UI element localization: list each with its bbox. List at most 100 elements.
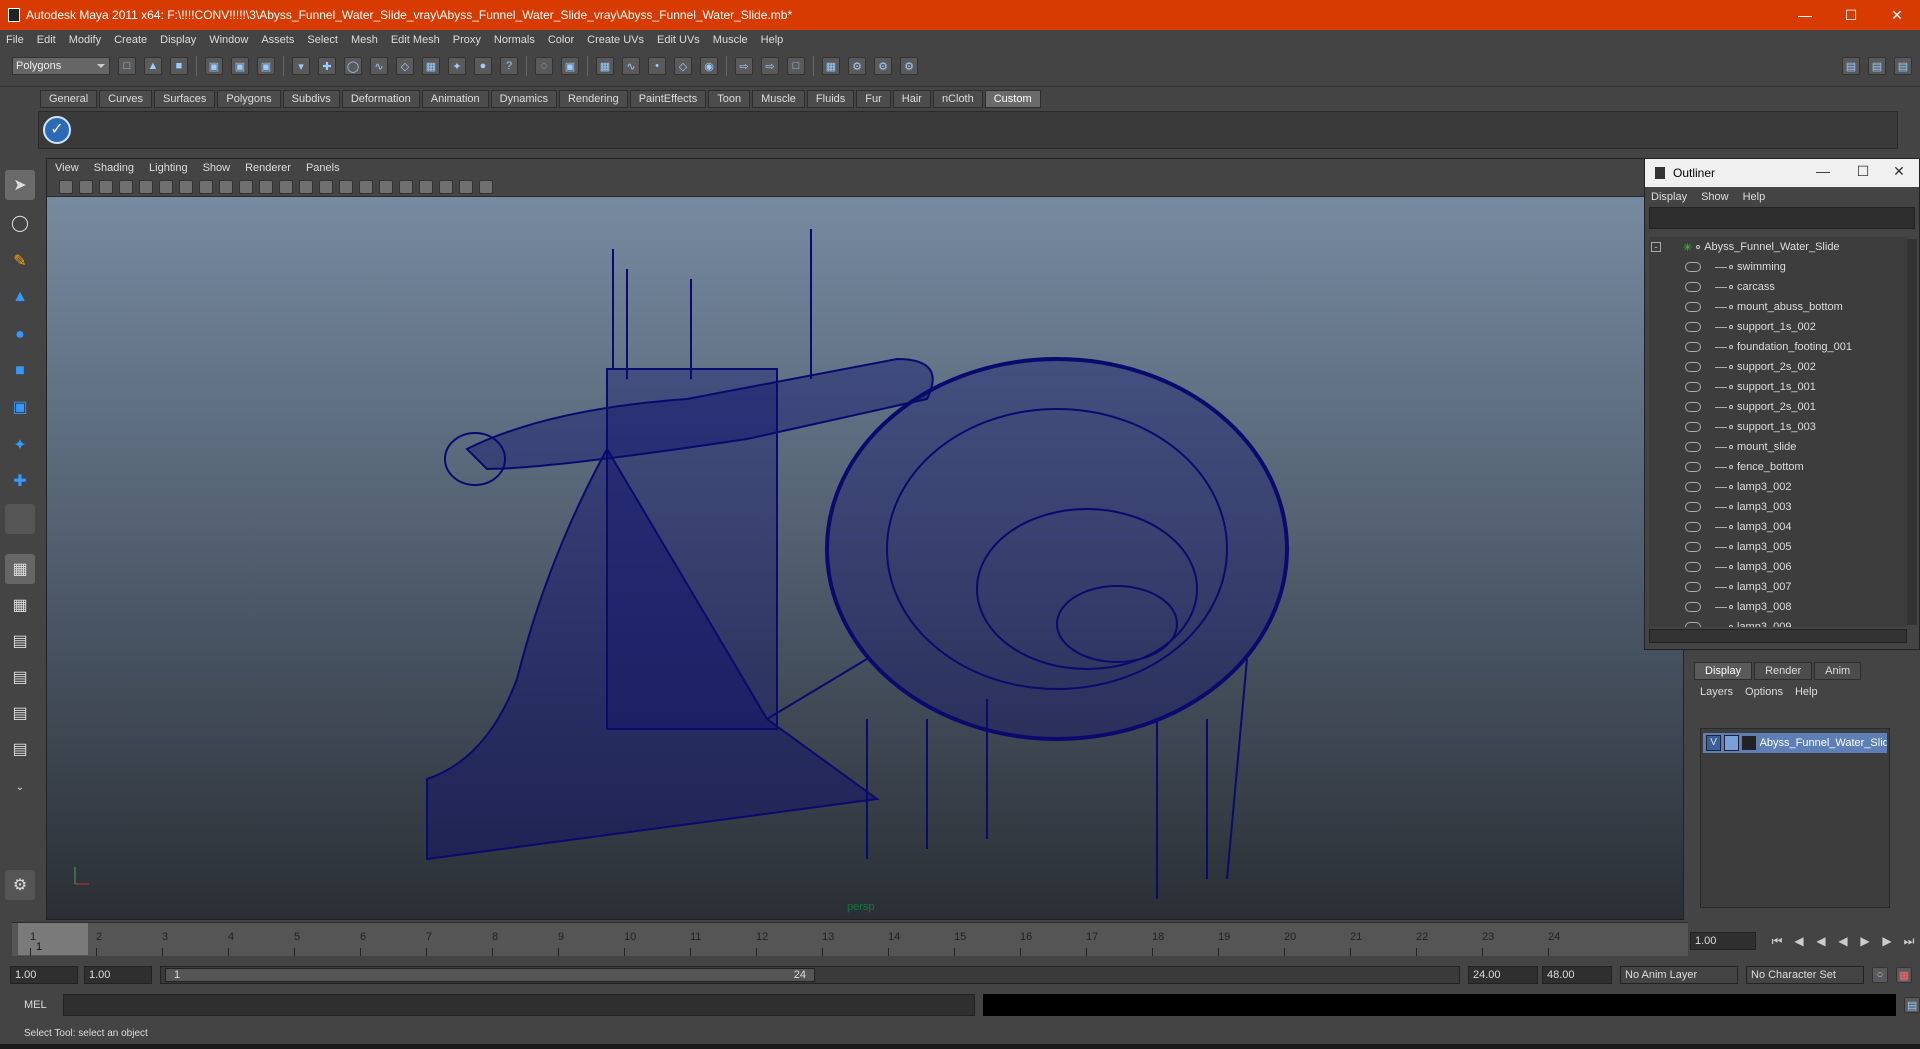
shelf-tab-general[interactable]: General <box>40 90 98 108</box>
mask-dropdown-icon[interactable]: ▾ <box>292 57 310 75</box>
menu-proxy[interactable]: Proxy <box>453 34 481 46</box>
outliner-root-item[interactable]: - ✳ Abyss_Funnel_Water_Slide <box>1649 237 1907 257</box>
go-to-end-icon[interactable]: ⏭ <box>1898 934 1920 949</box>
shelf-tab-ncloth[interactable]: nCloth <box>932 90 983 108</box>
close-button[interactable]: ✕ <box>1874 0 1920 30</box>
preferences-icon[interactable]: ▦ <box>1896 967 1912 983</box>
ipr-render-icon[interactable]: ⚙ <box>874 57 892 75</box>
snap-grid-icon[interactable]: ▦ <box>596 57 614 75</box>
select-surfaces-icon[interactable]: ◇ <box>396 57 414 75</box>
outliner-filter-field[interactable] <box>1649 207 1915 229</box>
maximize-button[interactable]: ☐ <box>1828 0 1874 30</box>
outliner-item[interactable]: support_1s_001 <box>1649 377 1907 397</box>
outliner-menu-display[interactable]: Display <box>1651 191 1687 203</box>
command-input[interactable] <box>62 994 976 1016</box>
menu-assets[interactable]: Assets <box>261 34 294 46</box>
command-language-label[interactable]: MEL <box>24 999 47 1011</box>
snap-point-icon[interactable]: • <box>648 57 666 75</box>
outliner-item[interactable]: fence_bottom <box>1649 457 1907 477</box>
single-pane-layout-icon[interactable]: ▦ <box>5 554 35 584</box>
construction-history-icon[interactable]: □ <box>787 57 805 75</box>
outliner-menu-help[interactable]: Help <box>1743 191 1766 203</box>
range-slider[interactable]: 1 24 <box>160 966 1460 984</box>
step-back-key-icon[interactable]: ◀ <box>1788 934 1810 948</box>
layer-row[interactable]: V Abyss_Funnel_Water_Slide <box>1703 733 1887 753</box>
attribute-editor-toggle-icon[interactable]: ▤ <box>1842 57 1860 75</box>
outliner-minimize-button[interactable]: — <box>1805 163 1841 179</box>
outliner-menu-show[interactable]: Show <box>1701 191 1729 203</box>
select-joints-icon[interactable]: ◯ <box>344 57 362 75</box>
select-hierarchy-icon[interactable]: ▣ <box>205 57 223 75</box>
rotate-tool-icon[interactable]: ● <box>5 320 35 350</box>
output-ops-icon[interactable]: ⇨ <box>761 57 779 75</box>
outliner-maximize-button[interactable]: ☐ <box>1845 163 1881 180</box>
outliner-item[interactable]: carcass <box>1649 277 1907 297</box>
playback-start-field[interactable]: 1.00 <box>84 966 152 984</box>
persp-outliner-layout-icon[interactable]: ▤ <box>5 626 35 656</box>
select-component-icon[interactable]: ▣ <box>257 57 275 75</box>
shelf-tab-hair[interactable]: Hair <box>892 90 931 108</box>
shelf-tab-muscle[interactable]: Muscle <box>752 90 805 108</box>
quick-layout-icon[interactable]: ⚙ <box>5 870 35 900</box>
outliner-item[interactable]: support_2s_001 <box>1649 397 1907 417</box>
outliner-item[interactable]: lamp3_004 <box>1649 517 1907 537</box>
script-editor-icon[interactable]: ▤ <box>1904 997 1920 1013</box>
range-handle[interactable]: 1 24 <box>165 968 815 982</box>
persp-graph-layout-icon[interactable]: ▤ <box>5 662 35 692</box>
outliner-item[interactable]: swimming <box>1649 257 1907 277</box>
anim-layer-dropdown[interactable]: No Anim Layer <box>1620 966 1738 984</box>
menu-select[interactable]: Select <box>307 34 338 46</box>
show-manipulator-icon[interactable]: ✚ <box>5 466 35 496</box>
move-tool-icon[interactable]: ▲ <box>5 282 35 312</box>
select-tool-icon[interactable]: ➤ <box>5 170 35 200</box>
outliner-item[interactable]: lamp3_008 <box>1649 597 1907 617</box>
animation-start-field[interactable]: 1.00 <box>10 966 78 984</box>
shelf-tab-curves[interactable]: Curves <box>99 90 152 108</box>
menu-modify[interactable]: Modify <box>69 34 101 46</box>
highlight-selection-icon[interactable]: ▣ <box>561 57 579 75</box>
menu-create[interactable]: Create <box>114 34 147 46</box>
shelf-tab-surfaces[interactable]: Surfaces <box>153 90 216 108</box>
snap-view-plane-icon[interactable]: ◇ <box>674 57 692 75</box>
layout-more-icon[interactable]: ⌄ <box>5 772 35 802</box>
persp-hypershade-layout-icon[interactable]: ▤ <box>5 734 35 764</box>
layer-type-toggle[interactable] <box>1724 735 1740 751</box>
menu-edit-mesh[interactable]: Edit Mesh <box>391 34 440 46</box>
menu-create-uvs[interactable]: Create UVs <box>587 34 644 46</box>
make-live-icon[interactable]: ◉ <box>700 57 718 75</box>
outliner-vertical-scrollbar[interactable] <box>1907 239 1917 625</box>
layer-visibility-toggle[interactable]: V <box>1706 735 1722 751</box>
shelf-tab-animation[interactable]: Animation <box>421 90 489 108</box>
scale-tool-icon[interactable]: ■ <box>5 356 35 386</box>
outliner-item[interactable]: support_1s_002 <box>1649 317 1907 337</box>
select-handles-icon[interactable]: ✚ <box>318 57 336 75</box>
menuset-dropdown[interactable]: Polygons <box>12 57 110 75</box>
outliner-item[interactable]: lamp3_006 <box>1649 557 1907 577</box>
hypershade-layout-icon[interactable]: ▤ <box>5 698 35 728</box>
select-object-icon[interactable]: ▣ <box>231 57 249 75</box>
render-view-icon[interactable]: ▦ <box>822 57 840 75</box>
menu-edit[interactable]: Edit <box>37 34 56 46</box>
select-curves-icon[interactable]: ∿ <box>370 57 388 75</box>
shelf-tab-dynamics[interactable]: Dynamics <box>490 90 557 108</box>
shelf-tab-painteffects[interactable]: PaintEffects <box>629 90 707 108</box>
lock-selection-icon[interactable]: ◌ <box>535 57 553 75</box>
outliner-item[interactable]: lamp3_003 <box>1649 497 1907 517</box>
menu-muscle[interactable]: Muscle <box>713 34 748 46</box>
current-time-field[interactable]: 1.00 <box>1690 932 1756 950</box>
step-back-frame-icon[interactable]: ◀ <box>1810 934 1832 948</box>
play-back-icon[interactable]: ◀ <box>1832 934 1854 948</box>
snap-curve-icon[interactable]: ∿ <box>622 57 640 75</box>
layer-menu-help[interactable]: Help <box>1795 686 1818 698</box>
shelf-tab-deformation[interactable]: Deformation <box>341 90 420 108</box>
go-to-start-icon[interactable]: ⏮ <box>1766 934 1788 949</box>
layer-tab-render[interactable]: Render <box>1754 662 1813 680</box>
lasso-tool-icon[interactable]: ◯ <box>5 208 35 238</box>
four-pane-layout-icon[interactable]: ▦ <box>5 590 35 620</box>
outliner-item[interactable]: foundation_footing_001 <box>1649 337 1907 357</box>
universal-manipulator-icon[interactable]: ▣ <box>5 392 35 422</box>
save-scene-icon[interactable]: ■ <box>170 57 188 75</box>
menu-window[interactable]: Window <box>209 34 248 46</box>
shelf-tab-polygons[interactable]: Polygons <box>217 90 281 108</box>
shelf-tab-fur[interactable]: Fur <box>856 90 891 108</box>
